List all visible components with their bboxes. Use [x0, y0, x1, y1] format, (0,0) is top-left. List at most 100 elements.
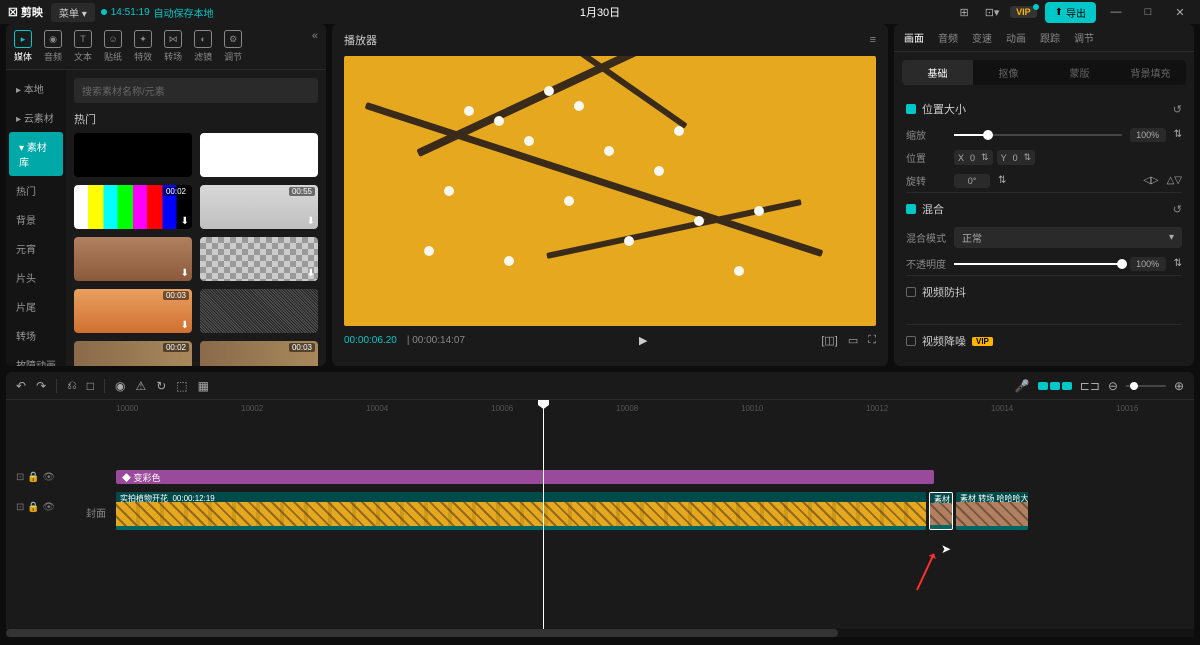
tab-sticker[interactable]: ☺贴纸	[104, 30, 122, 63]
video-clip[interactable]: 实拍植物开花 00:00:12:19	[116, 492, 926, 530]
thumb-item[interactable]: 00:02⬇	[74, 185, 192, 229]
nav-outro[interactable]: 片尾	[6, 292, 66, 321]
tool-button[interactable]: ▦	[198, 379, 209, 393]
cover-label[interactable]: 封面	[86, 505, 106, 520]
preview-viewport[interactable]	[344, 56, 876, 326]
tab-filter[interactable]: ◐滤镜	[194, 30, 212, 63]
tool-button[interactable]: ⬚	[176, 379, 187, 393]
thumb-item[interactable]: 00:55⬇	[200, 185, 318, 229]
subtab-mask[interactable]: 蒙版	[1044, 60, 1115, 85]
tab-adjust[interactable]: ⚙调节	[224, 30, 242, 63]
pos-y-input[interactable]: Y 0 ⇅	[997, 150, 1036, 165]
tab-media[interactable]: ▸媒体	[14, 30, 32, 63]
video-clip[interactable]: 素材 转场 哈哈哈大笑 00	[956, 492, 1028, 530]
track-controls[interactable]: ⊡ 🔒 👁	[16, 502, 55, 513]
zoom-out-icon[interactable]: ⊖	[1108, 379, 1118, 393]
stepper-icon[interactable]: ⇅	[1174, 129, 1182, 140]
nav-cloud[interactable]: ▸ 云素材	[6, 103, 66, 132]
compare-icon[interactable]: [◫]	[821, 334, 838, 347]
blend-mode-select[interactable]: 正常▾	[954, 227, 1182, 248]
split-button[interactable]: ⎌	[67, 378, 77, 393]
vip-badge[interactable]: VIP	[1010, 6, 1037, 18]
track-controls[interactable]: ⊡ 🔒 👁	[16, 472, 55, 483]
undo-button[interactable]: ↶	[16, 379, 26, 393]
tool-button[interactable]: ◉	[115, 379, 125, 393]
insp-tab-speed[interactable]: 变速	[972, 30, 992, 45]
insp-tab-adjust[interactable]: 调节	[1074, 30, 1094, 45]
search-input[interactable]: 搜索素材名称/元素	[74, 78, 318, 103]
nav-glitch[interactable]: 故障动画	[6, 350, 66, 366]
tool-button[interactable]: ⚠	[135, 379, 146, 393]
scale-value[interactable]: 100%	[1130, 128, 1166, 142]
nav-hot[interactable]: 热门	[6, 176, 66, 205]
download-icon[interactable]: ⬇	[181, 216, 189, 227]
thumb-item[interactable]: 00:02	[74, 341, 192, 366]
redo-button[interactable]: ↷	[36, 379, 46, 393]
scale-slider[interactable]	[954, 134, 1122, 136]
video-clip-selected[interactable]: 素材 转	[929, 492, 953, 530]
nav-library[interactable]: ▾ 素材库	[9, 132, 63, 176]
magnet-icon[interactable]: ⊏⊐	[1080, 379, 1100, 393]
reset-icon[interactable]: ↺	[1173, 103, 1182, 116]
checkbox-icon[interactable]	[906, 336, 916, 346]
reset-icon[interactable]: ↺	[1173, 203, 1182, 216]
download-icon[interactable]: ⬇	[307, 268, 315, 279]
thumb-item[interactable]: 00:03	[200, 341, 318, 366]
tab-effect[interactable]: ✦特效	[134, 30, 152, 63]
maximize-button[interactable]: □	[1136, 2, 1160, 22]
tab-transition[interactable]: ⋈转场	[164, 30, 182, 63]
thumb-item[interactable]: 00:03⬇	[74, 289, 192, 333]
tab-audio[interactable]: ◉音频	[44, 30, 62, 63]
opacity-value[interactable]: 100%	[1130, 257, 1166, 271]
insp-tab-anim[interactable]: 动画	[1006, 30, 1026, 45]
mic-icon[interactable]: 🎤	[1015, 379, 1030, 393]
adjustment-clip[interactable]: ◆ 变彩色	[116, 470, 934, 484]
play-button[interactable]: ▶	[639, 334, 647, 347]
subtab-bgfill[interactable]: 背景填充	[1115, 60, 1186, 85]
menu-button[interactable]: 菜单 ▾	[51, 3, 95, 22]
opacity-slider[interactable]	[954, 263, 1122, 265]
subtab-cutout[interactable]: 抠像	[973, 60, 1044, 85]
insp-tab-picture[interactable]: 画面	[904, 30, 924, 45]
thumb-item[interactable]	[200, 133, 318, 177]
thumb-item[interactable]: ⬇	[200, 237, 318, 281]
insp-tab-audio[interactable]: 音频	[938, 30, 958, 45]
minimize-button[interactable]: —	[1104, 2, 1128, 22]
tool-button[interactable]: ↻	[156, 379, 166, 393]
delete-button[interactable]: □	[87, 379, 94, 393]
tab-text[interactable]: T文本	[74, 30, 92, 63]
rotation-input[interactable]: 0°	[954, 174, 990, 188]
subtab-basic[interactable]: 基础	[902, 60, 973, 85]
player-menu-icon[interactable]: ≡	[870, 34, 876, 46]
download-icon[interactable]: ⬇	[307, 216, 315, 227]
stepper-icon[interactable]: ⇅	[998, 175, 1006, 186]
timeline-body[interactable]: 10000 10002 10004 10006 10008 10010 1001…	[6, 400, 1194, 629]
nav-bg[interactable]: 背景	[6, 205, 66, 234]
thumb-item[interactable]: ⬇	[74, 237, 192, 281]
checkbox-icon[interactable]	[906, 287, 916, 297]
nav-trans[interactable]: 转场	[6, 321, 66, 350]
zoom-slider[interactable]	[1126, 385, 1166, 387]
ratio-icon[interactable]: ▭	[848, 334, 858, 347]
insp-tab-track[interactable]: 跟踪	[1040, 30, 1060, 45]
playhead[interactable]	[543, 400, 544, 629]
thumb-item[interactable]	[74, 133, 192, 177]
close-button[interactable]: ✕	[1168, 2, 1192, 22]
shortcut-icon[interactable]: ⊞	[954, 2, 974, 22]
track-toggle[interactable]	[1038, 382, 1072, 390]
flip-h-icon[interactable]: ◁▷	[1143, 175, 1158, 186]
export-button[interactable]: ⬆ 导出	[1045, 2, 1096, 23]
layout-icon[interactable]: ⊡▾	[982, 2, 1002, 22]
collapse-icon[interactable]: «	[312, 30, 318, 63]
checkbox-icon[interactable]	[906, 104, 916, 114]
nav-intro[interactable]: 片头	[6, 263, 66, 292]
timeline-scrollbar[interactable]	[6, 629, 1194, 637]
download-icon[interactable]: ⬇	[181, 320, 189, 331]
nav-local[interactable]: ▸ 本地	[6, 74, 66, 103]
flip-v-icon[interactable]: △▽	[1167, 175, 1182, 186]
thumb-item[interactable]	[200, 289, 318, 333]
stepper-icon[interactable]: ⇅	[1174, 258, 1182, 269]
zoom-in-icon[interactable]: ⊕	[1174, 379, 1184, 393]
fullscreen-icon[interactable]: ⛶	[868, 334, 876, 347]
download-icon[interactable]: ⬇	[181, 268, 189, 279]
